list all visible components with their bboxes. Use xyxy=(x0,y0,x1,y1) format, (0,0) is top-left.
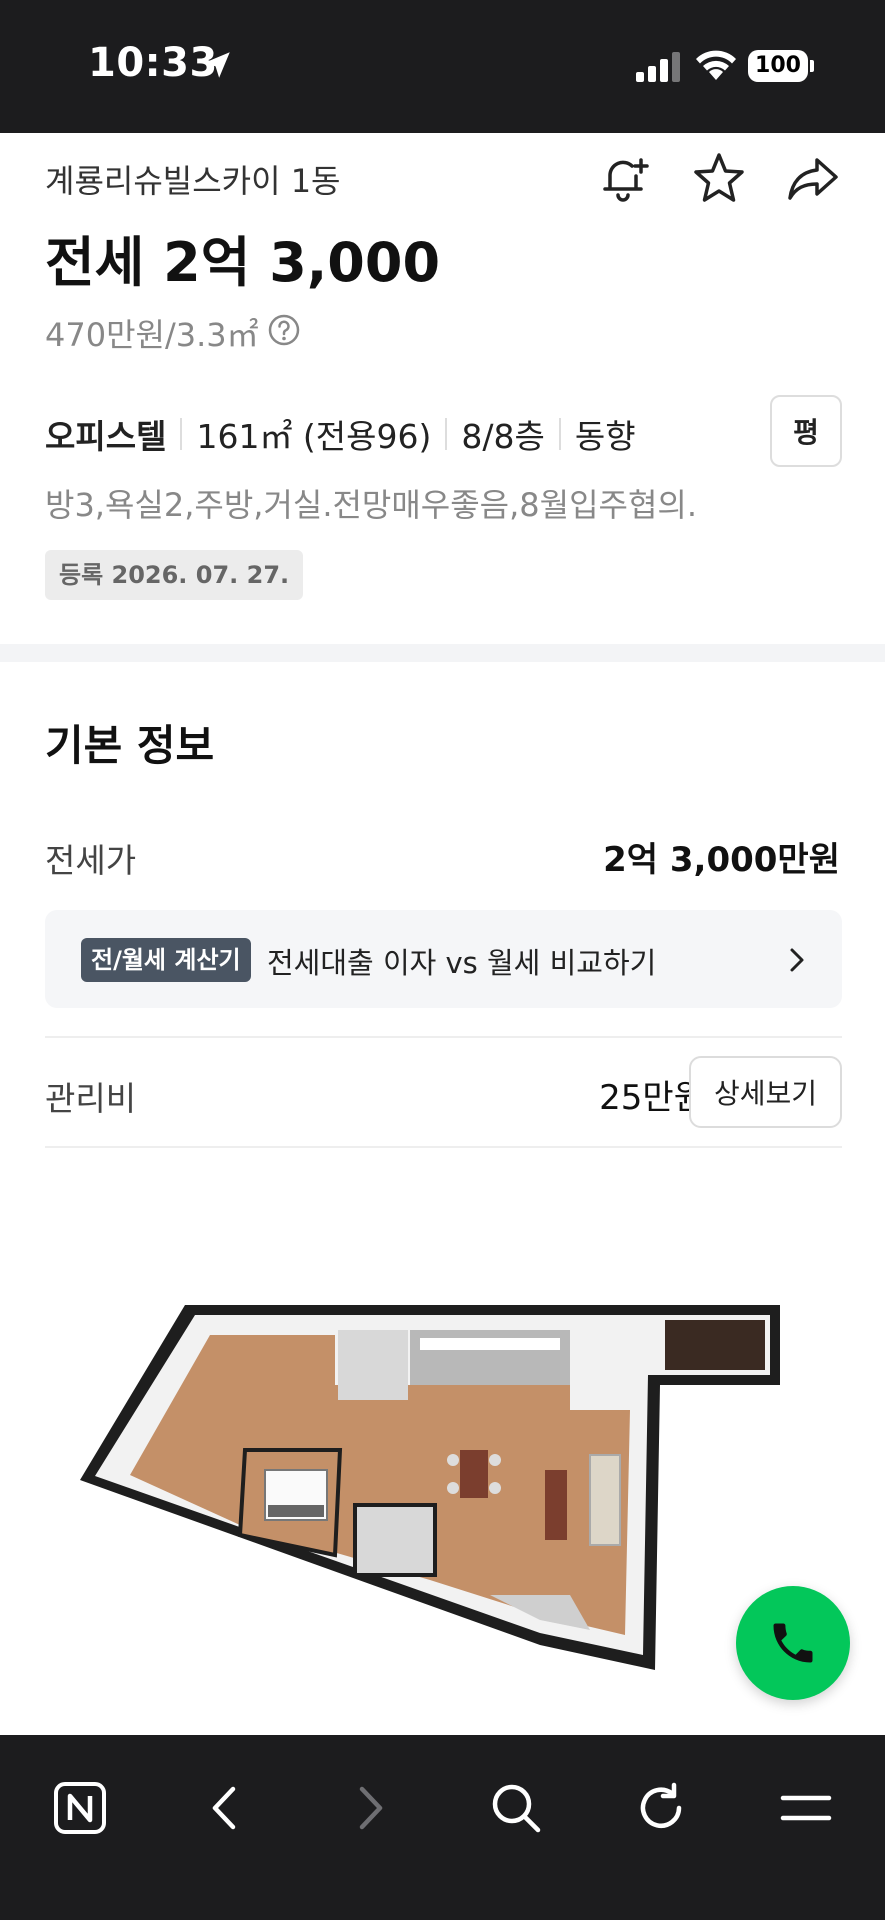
rent-calculator-text: 전세대출 이자 vs 월세 비교하기 xyxy=(267,946,657,980)
browser-toolbar xyxy=(0,1735,885,1920)
property-direction: 동향 xyxy=(574,417,636,456)
reload-button[interactable] xyxy=(626,1773,696,1843)
floor-plan-image[interactable] xyxy=(70,1290,820,1690)
spec-row: 오피스텔 161㎡ (전용96) 8/8층 동향 xyxy=(45,410,636,458)
back-button[interactable] xyxy=(190,1773,260,1843)
search-icon xyxy=(492,1784,541,1833)
pyeong-toggle-button[interactable]: 평 xyxy=(770,395,842,467)
rent-calculator-badge: 전/월세 계산기 xyxy=(81,938,251,982)
status-time: 10:33 xyxy=(88,40,218,86)
wifi-icon xyxy=(696,50,736,80)
section-title-basic-info: 기본 정보 xyxy=(45,721,215,770)
menu-icon xyxy=(780,1795,832,1821)
location-arrow-icon xyxy=(204,52,230,78)
registration-date-badge: 등록 2026. 07. 27. xyxy=(45,550,304,600)
property-floor: 8/8층 xyxy=(461,417,545,456)
section-divider xyxy=(0,644,885,662)
price-title: 전세 2억 3,000 xyxy=(45,231,441,294)
menu-button[interactable] xyxy=(771,1773,841,1843)
reload-icon xyxy=(640,1782,682,1828)
battery-level: 100 xyxy=(748,50,808,82)
building-name: 계룡리슈빌스카이 1동 xyxy=(45,162,341,200)
star-icon[interactable] xyxy=(690,150,748,208)
management-fee-detail-button[interactable]: 상세보기 xyxy=(689,1056,842,1128)
help-icon[interactable] xyxy=(268,314,300,346)
call-button[interactable] xyxy=(736,1586,850,1700)
rent-calculator-link[interactable]: 전/월세 계산기 전세대출 이자 vs 월세 비교하기 xyxy=(45,910,842,1008)
share-icon[interactable] xyxy=(784,150,842,208)
property-description: 방3,욕실2,주방,거실.전망매우좋음,8월입주협의. xyxy=(45,486,698,524)
status-bar: 10:33 100 xyxy=(0,0,885,133)
phone-icon xyxy=(773,1623,813,1663)
management-fee-label: 관리비 xyxy=(45,1079,137,1118)
row-divider xyxy=(45,1146,842,1148)
naver-home-button[interactable] xyxy=(45,1773,115,1843)
battery-icon: 100 xyxy=(748,50,814,82)
row-divider xyxy=(45,1036,842,1038)
jeonse-label: 전세가 xyxy=(45,841,137,880)
jeonse-value: 2억 3,000만원 xyxy=(603,840,840,880)
back-icon xyxy=(212,1786,236,1830)
property-area: 161㎡ (전용96) xyxy=(196,417,432,456)
property-type: 오피스텔 xyxy=(45,417,167,456)
forward-button[interactable] xyxy=(335,1773,405,1843)
search-button[interactable] xyxy=(481,1773,551,1843)
naver-n-icon xyxy=(54,1782,106,1834)
signal-icon xyxy=(636,52,680,82)
forward-icon xyxy=(359,1786,383,1830)
bell-plus-icon[interactable] xyxy=(596,150,654,208)
chevron-right-icon xyxy=(790,948,804,972)
unit-price: 470만원/3.3㎡ xyxy=(45,316,259,354)
